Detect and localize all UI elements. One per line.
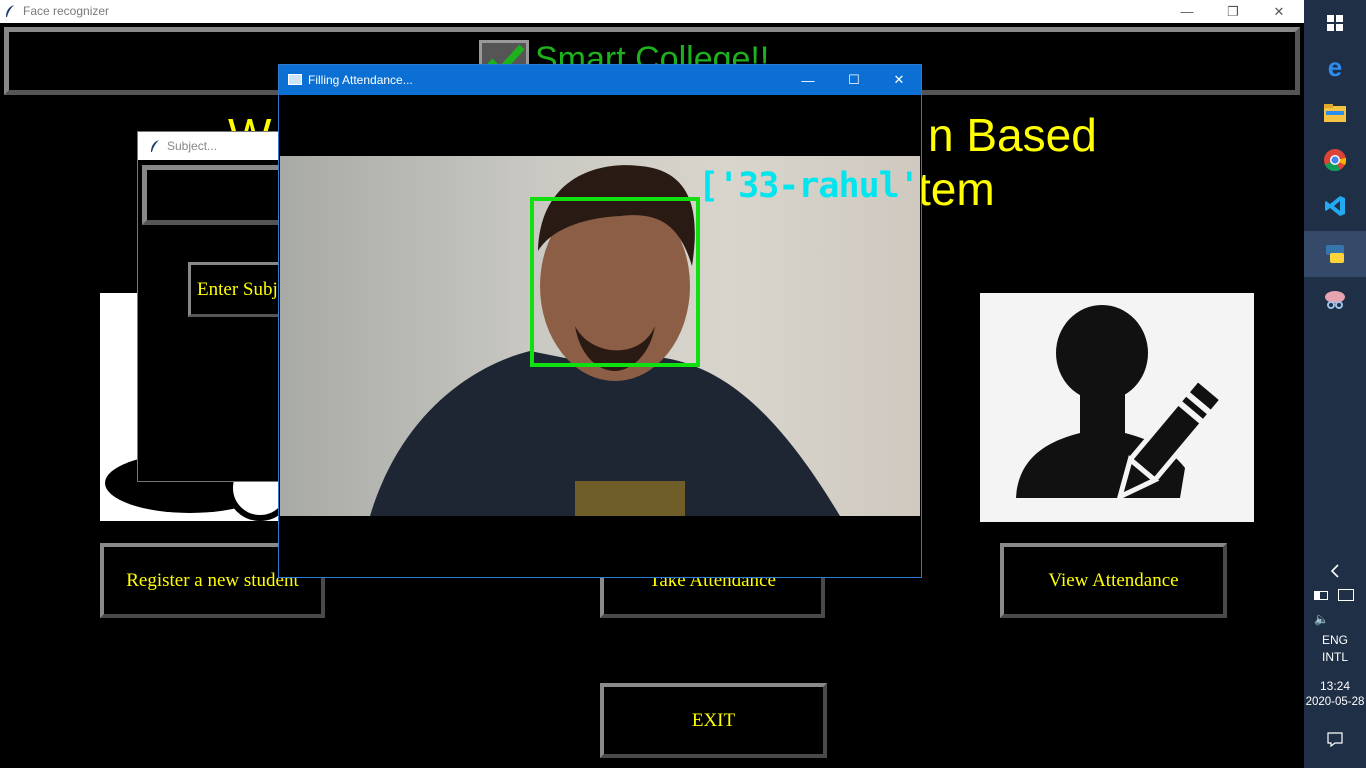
view-attendance-button[interactable]: View Attendance [1000,543,1227,618]
vscode-icon[interactable] [1304,183,1366,229]
recognized-name-label: ['33-rahul'] [698,166,920,206]
welcome-heading-end: n Based [928,109,1097,161]
subject-header-frame [142,165,292,225]
language-indicator[interactable]: ENG [1304,633,1366,647]
chrome-icon[interactable] [1304,137,1366,183]
main-titlebar[interactable]: Face recognizer — ❐ ✕ [0,0,1304,23]
keyboard-layout-indicator[interactable]: INTL [1304,650,1366,664]
subject-window-title: Subject... [167,139,218,153]
python-icon[interactable] [1304,231,1366,277]
subject-titlebar[interactable]: Subject... [138,132,286,160]
exit-button[interactable]: EXIT [600,683,827,758]
close-button[interactable]: ✕ [1256,0,1302,23]
welcome-heading-line2: tem [918,163,995,215]
subject-window: Subject... Enter Subj [137,131,308,482]
maximize-button[interactable]: ☐ [831,65,877,95]
clock-date[interactable]: 2020-05-28 [1304,696,1366,708]
close-button[interactable]: ✕ [876,65,922,95]
minimize-button[interactable]: — [785,65,831,95]
filling-attendance-title: Filling Attendance... [308,73,413,87]
view-attendance-image [980,293,1254,522]
file-explorer-icon[interactable] [1304,90,1366,136]
filling-attendance-titlebar[interactable]: Filling Attendance... — ☐ ✕ [279,65,921,95]
user-edit-icon [1016,305,1224,502]
feather-icon [151,140,159,152]
feather-icon [6,5,14,17]
volume-icon[interactable]: 🔈 [1314,612,1329,626]
face-detection-box [530,197,700,367]
filling-attendance-window: Filling Attendance... — ☐ ✕ ['33-rahul'] [278,64,922,578]
edge-icon[interactable]: e [1304,44,1366,90]
battery-icon[interactable] [1314,591,1328,600]
main-window-title: Face recognizer [23,4,110,18]
network-icon[interactable] [1338,589,1354,601]
chevron-left-icon[interactable] [1304,549,1366,593]
maximize-button[interactable]: ❐ [1210,0,1256,23]
notifications-icon[interactable] [1304,716,1366,762]
camera-feed: ['33-rahul'] [280,156,920,516]
taskbar: e 🔈 ENG INTL 13:24 2020-05-28 [1304,0,1366,768]
clock-time[interactable]: 13:24 [1304,679,1366,693]
desktop: Face recognizer — ❐ ✕ Smart College!! W … [0,0,1366,768]
minimize-button[interactable]: — [1164,0,1210,23]
windows-start-icon[interactable] [1304,0,1366,46]
snipping-tool-icon[interactable] [1304,277,1366,323]
window-app-icon [288,74,302,85]
